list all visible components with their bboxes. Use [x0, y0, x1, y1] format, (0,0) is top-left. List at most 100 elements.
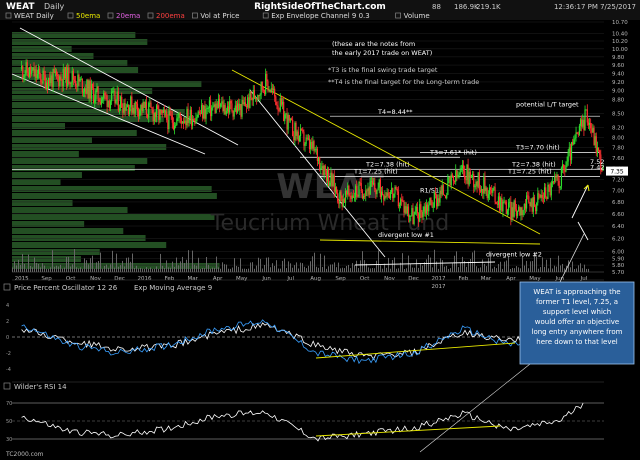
- volume-bar: [544, 266, 545, 272]
- volume-bar: [128, 257, 129, 272]
- candle-body: [357, 195, 359, 197]
- candle-body: [388, 195, 390, 199]
- brand-label: RightSideOfTheChart.com: [254, 2, 386, 12]
- divergent-low-1-label: divergent low #1: [378, 231, 434, 239]
- volume-bar: [574, 268, 575, 272]
- volume-bar: [12, 267, 13, 272]
- candle-body: [113, 91, 115, 93]
- volume-bar: [72, 264, 73, 272]
- candle-body: [45, 82, 47, 89]
- volume-bar: [414, 267, 415, 272]
- candle-body: [430, 198, 432, 202]
- volume-bar: [266, 257, 267, 272]
- x-tick-label: Jun: [555, 276, 565, 282]
- volume-at-price-bar: [12, 193, 217, 199]
- candle-body: [473, 174, 475, 188]
- candle-body: [479, 189, 482, 192]
- candle-body: [179, 113, 181, 119]
- candle-body: [329, 182, 331, 186]
- candle-body: [285, 113, 287, 115]
- candle-body: [395, 187, 397, 189]
- volume-bar: [140, 267, 141, 272]
- candle-body: [68, 67, 70, 83]
- candle-body: [493, 187, 495, 189]
- candle-body: [89, 80, 91, 99]
- candle-body: [244, 102, 247, 107]
- candle-body: [21, 66, 23, 70]
- candle-body: [61, 79, 63, 87]
- candle-body: [259, 94, 261, 97]
- candle-body: [437, 198, 439, 207]
- volume-bar: [108, 267, 109, 272]
- y-tick-label: 9.80: [612, 55, 625, 61]
- volume-bar: [280, 268, 281, 272]
- stat-value: 219.1K: [476, 3, 501, 11]
- x-tick-label: Nov: [90, 276, 101, 282]
- candle-body: [397, 191, 399, 207]
- candle-body: [289, 118, 292, 121]
- volume-bar: [62, 268, 63, 272]
- candle-body: [43, 70, 45, 76]
- candle-body: [80, 78, 82, 80]
- candle-body: [169, 110, 171, 116]
- candle-body: [121, 97, 123, 108]
- candle-body: [512, 207, 514, 217]
- volume-bar: [336, 267, 337, 272]
- volume-at-price-bar: [12, 214, 215, 220]
- candle-body: [176, 118, 178, 126]
- candle-body: [380, 191, 383, 197]
- x-tick-label: Aug: [310, 276, 321, 282]
- volume-bar: [360, 260, 361, 272]
- volume-bar: [98, 261, 99, 272]
- candle-body: [277, 105, 279, 111]
- volume-bar: [376, 260, 377, 272]
- candle-body: [567, 151, 569, 162]
- volume-bar: [330, 264, 331, 272]
- candle-body: [506, 210, 509, 215]
- candle-body: [86, 80, 88, 94]
- candle-body: [312, 141, 314, 149]
- candle-body: [413, 214, 415, 224]
- candle-body: [139, 110, 141, 117]
- candle-body: [35, 69, 37, 78]
- candle-body: [432, 206, 434, 208]
- y-tick-label: 6.20: [612, 237, 625, 243]
- candle-body: [443, 195, 446, 196]
- candle-body: [306, 137, 308, 139]
- volume-bar: [458, 267, 459, 272]
- volume-bar: [118, 266, 119, 272]
- candle-body: [257, 94, 259, 100]
- candle-body: [441, 185, 443, 195]
- candle-body: [50, 75, 52, 84]
- candle-body: [167, 119, 169, 130]
- candle-body: [153, 113, 155, 122]
- candle-body: [455, 170, 457, 182]
- candle-body: [126, 104, 128, 108]
- volume-bar: [348, 264, 349, 272]
- chart-canvas[interactable]: 5.705.805.906.00 6.20 6.40 6.60 6.80 7.00 7.20…: [0, 0, 640, 460]
- candle-body: [262, 89, 265, 91]
- volume-bar: [214, 267, 215, 272]
- volume-bar: [120, 265, 121, 272]
- candle-body: [558, 180, 560, 188]
- volume-bar: [380, 265, 381, 272]
- candle-body: [518, 207, 520, 212]
- candle-body: [427, 204, 429, 212]
- volume-bar: [176, 257, 177, 272]
- candle-body: [247, 97, 249, 108]
- candle-body: [475, 181, 477, 186]
- candle-body: [591, 128, 593, 133]
- candle-body: [516, 211, 519, 216]
- legend-entry: WEAT Daily: [14, 12, 54, 20]
- legend-entry: Exp Envelope Channel 9 0.3: [271, 12, 370, 20]
- candle-body: [197, 111, 199, 118]
- candle-body: [339, 191, 341, 204]
- candle-body: [314, 149, 316, 151]
- volume-bar: [532, 261, 533, 272]
- footer-credit: TC2000.com: [5, 451, 44, 458]
- candle-body: [280, 98, 283, 105]
- volume-bar: [584, 264, 585, 272]
- legend-entry: 200ema: [156, 12, 185, 20]
- candle-body: [240, 103, 242, 117]
- candle-body: [374, 183, 376, 190]
